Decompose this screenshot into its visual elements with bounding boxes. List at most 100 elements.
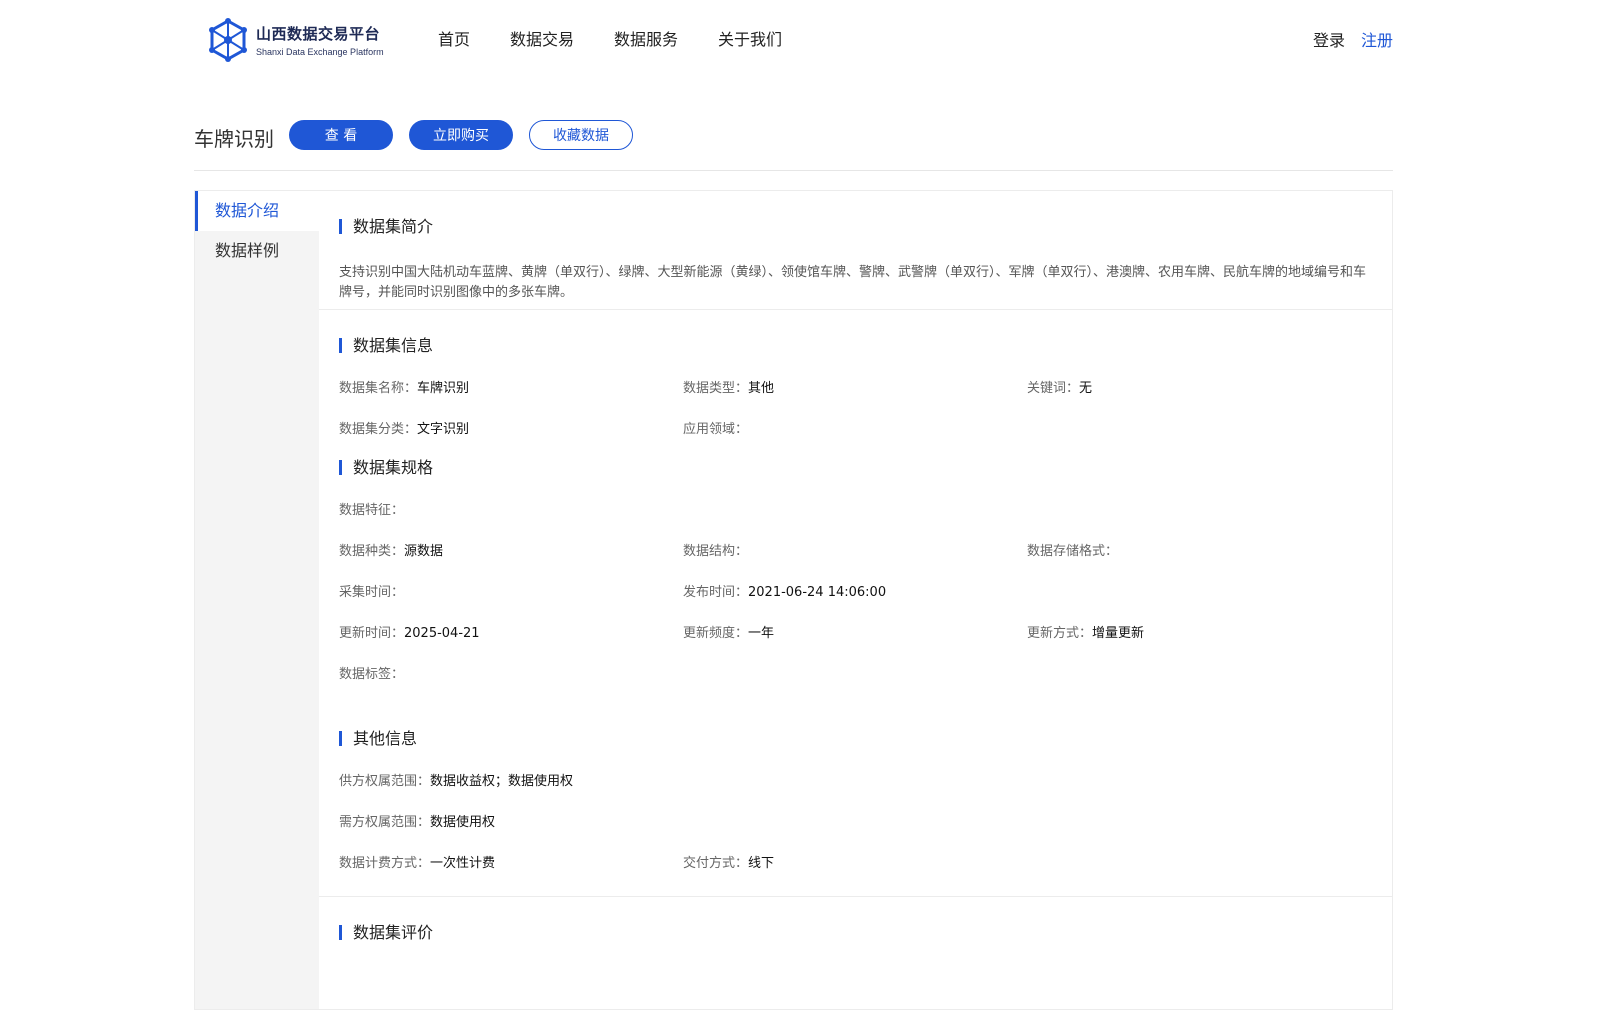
field-label: 需方权属范围：	[339, 815, 431, 830]
field-publish-time: 发布时间：2021-06-24 14:06:00	[683, 581, 1027, 600]
field-value: 文字识别	[417, 422, 470, 437]
field-data-tags: 数据标签：	[339, 663, 683, 682]
sidebar-item-intro[interactable]: 数据介绍	[195, 191, 319, 231]
field-value: 线下	[748, 856, 775, 871]
field-label: 数据种类：	[339, 544, 405, 559]
review-heading-text: 数据集评价	[353, 923, 434, 942]
field-supplier-rights: 供方权属范围：数据收益权；数据使用权	[339, 770, 939, 789]
field-label: 数据类型：	[683, 381, 749, 396]
spec-row-1: 数据特征：	[339, 488, 1372, 529]
heading-accent-bar	[339, 730, 342, 746]
field-update-method: 更新方式：增量更新	[1027, 622, 1371, 641]
other-row-3: 数据计费方式：一次性计费 交付方式：线下	[339, 841, 1372, 882]
field-application-domain: 应用领域：	[683, 418, 1027, 437]
field-value: 2021-06-24 14:06:00	[748, 585, 887, 600]
field-demander-rights: 需方权属范围：数据使用权	[339, 811, 939, 830]
intro-heading-text: 数据集简介	[353, 217, 434, 236]
field-data-type: 数据类型：其他	[683, 377, 1027, 396]
main-content: 数据集简介 支持识别中国大陆机动车蓝牌、黄牌（单双行）、绿牌、大型新能源（黄绿）…	[319, 191, 1392, 943]
field-delivery-method: 交付方式：线下	[683, 852, 1027, 871]
field-label: 应用领域：	[683, 422, 749, 437]
nav-data-trade[interactable]: 数据交易	[510, 26, 574, 50]
heading-accent-bar	[339, 459, 342, 475]
spec-row-5: 数据标签：	[339, 652, 1372, 693]
site-logo[interactable]: 山西数据交易平台 Shanxi Data Exchange Platform	[208, 18, 384, 62]
field-label: 数据标签：	[339, 667, 405, 682]
info-row-1: 数据集名称：车牌识别 数据类型：其他 关键词：无	[339, 366, 1372, 407]
page-title: 车牌识别	[194, 127, 274, 151]
review-section: 数据集评价	[319, 897, 1392, 943]
spec-row-4: 更新时间：2025-04-21 更新频度：一年 更新方式：增量更新	[339, 611, 1372, 652]
auth-links: 登录 注册	[1313, 27, 1393, 51]
field-value: 其他	[748, 381, 775, 396]
field-label: 数据集分类：	[339, 422, 418, 437]
hexagon-network-logo-icon	[209, 18, 247, 62]
field-data-structure: 数据结构：	[683, 540, 1027, 559]
nav-home[interactable]: 首页	[438, 26, 470, 50]
register-link[interactable]: 注册	[1361, 27, 1393, 51]
field-value: 2025-04-21	[404, 626, 480, 641]
other-row-2: 需方权属范围：数据使用权	[339, 800, 1372, 841]
spec-heading: 数据集规格	[339, 454, 1372, 478]
info-heading: 数据集信息	[339, 332, 1372, 356]
field-data-feature: 数据特征：	[339, 499, 683, 518]
field-dataset-name: 数据集名称：车牌识别	[339, 377, 683, 396]
field-value: 一年	[748, 626, 775, 641]
heading-accent-bar	[339, 924, 342, 940]
buy-now-button[interactable]: 立即购买	[409, 120, 513, 150]
field-collect-time: 采集时间：	[339, 581, 683, 600]
spec-row-2: 数据种类：源数据 数据结构： 数据存储格式：	[339, 529, 1372, 570]
nav-data-service[interactable]: 数据服务	[614, 26, 678, 50]
field-data-kind: 数据种类：源数据	[339, 540, 683, 559]
field-label: 更新方式：	[1027, 626, 1093, 641]
sidebar: 数据介绍 数据样例	[195, 191, 319, 1009]
field-label: 交付方式：	[683, 856, 749, 871]
spec-row-3: 采集时间： 发布时间：2021-06-24 14:06:00	[339, 570, 1372, 611]
field-value: 无	[1079, 381, 1093, 396]
field-update-time: 更新时间：2025-04-21	[339, 622, 683, 641]
heading-accent-bar	[339, 337, 342, 353]
main-nav: 首页 数据交易 数据服务 关于我们	[438, 26, 822, 50]
field-label: 数据计费方式：	[339, 856, 431, 871]
detail-panel: 数据介绍 数据样例 数据集简介 支持识别中国大陆机动车蓝牌、黄牌（单双行）、绿牌…	[194, 190, 1393, 1010]
intro-heading: 数据集简介	[339, 213, 1372, 237]
field-label: 数据结构：	[683, 544, 749, 559]
field-storage-format: 数据存储格式：	[1027, 540, 1371, 559]
info-section: 数据集信息 数据集名称：车牌识别 数据类型：其他 关键词：无 数据集分类：文字识…	[319, 310, 1392, 448]
view-button[interactable]: 查 看	[289, 120, 393, 150]
spec-section: 数据集规格 数据特征： 数据种类：源数据 数据结构： 数据存储格式： 采集时间：…	[319, 448, 1392, 693]
dataset-title-bar: 车牌识别 查 看 立即购买 收藏数据	[194, 118, 1393, 171]
field-label: 供方权属范围：	[339, 774, 431, 789]
nav-about-us[interactable]: 关于我们	[718, 26, 782, 50]
top-header: 山西数据交易平台 Shanxi Data Exchange Platform 首…	[194, 0, 1393, 80]
field-keywords: 关键词：无	[1027, 377, 1371, 396]
info-heading-text: 数据集信息	[353, 336, 434, 355]
field-label: 数据存储格式：	[1027, 544, 1119, 559]
field-value: 数据收益权；数据使用权	[430, 774, 574, 789]
field-label: 数据集名称：	[339, 381, 418, 396]
heading-accent-bar	[339, 218, 342, 234]
field-update-frequency: 更新频度：一年	[683, 622, 1027, 641]
field-label: 发布时间：	[683, 585, 749, 600]
field-value: 数据使用权	[430, 815, 496, 830]
other-info-section: 其他信息 供方权属范围：数据收益权；数据使用权 需方权属范围：数据使用权 数据计…	[319, 693, 1392, 882]
other-row-1: 供方权属范围：数据收益权；数据使用权	[339, 759, 1372, 800]
sidebar-item-samples[interactable]: 数据样例	[195, 231, 319, 271]
field-value: 一次性计费	[430, 856, 496, 871]
logo-title: 山西数据交易平台	[256, 25, 381, 43]
field-dataset-category: 数据集分类：文字识别	[339, 418, 683, 437]
field-label: 更新频度：	[683, 626, 749, 641]
field-value: 增量更新	[1092, 626, 1145, 641]
other-info-heading: 其他信息	[339, 725, 1372, 749]
field-billing-method: 数据计费方式：一次性计费	[339, 852, 683, 871]
field-value: 源数据	[404, 544, 444, 559]
field-value: 车牌识别	[417, 381, 470, 396]
login-link[interactable]: 登录	[1313, 27, 1345, 51]
favorite-data-button[interactable]: 收藏数据	[529, 120, 633, 150]
field-label: 采集时间：	[339, 585, 405, 600]
review-heading: 数据集评价	[339, 919, 1372, 943]
intro-description: 支持识别中国大陆机动车蓝牌、黄牌（单双行）、绿牌、大型新能源（黄绿）、领使馆车牌…	[339, 265, 1367, 300]
info-row-2: 数据集分类：文字识别 应用领域：	[339, 407, 1372, 448]
logo-subtitle: Shanxi Data Exchange Platform	[256, 47, 384, 57]
field-label: 关键词：	[1027, 381, 1080, 396]
